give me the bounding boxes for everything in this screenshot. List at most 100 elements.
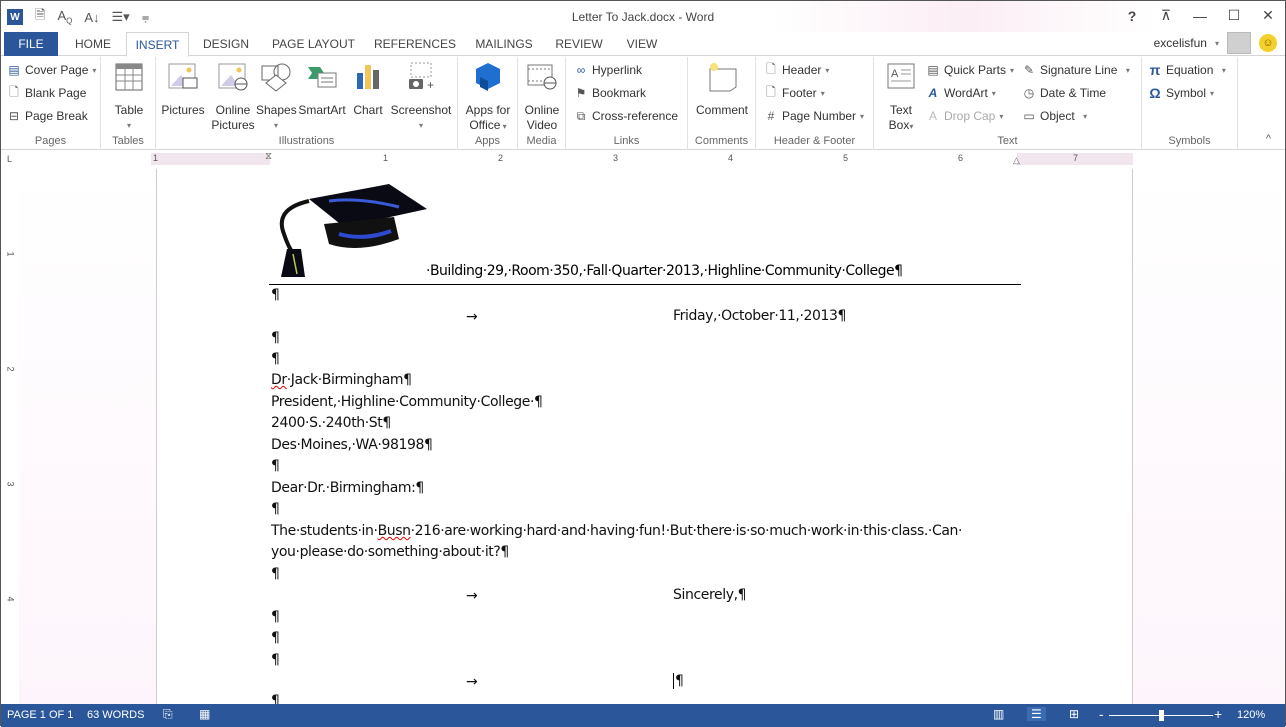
shapes-icon <box>261 63 291 92</box>
proofing-icon[interactable]: ⎘ <box>163 707 173 722</box>
feedback-smiley-icon[interactable]: ☺ <box>1259 34 1277 52</box>
text-box-icon: A <box>887 63 915 89</box>
tab-design[interactable]: DESIGN <box>196 32 256 56</box>
date-time-icon: ◷ <box>1023 86 1035 100</box>
online-pictures-button[interactable]: Online Pictures <box>208 61 258 133</box>
tab-page-layout[interactable]: PAGE LAYOUT <box>266 32 361 56</box>
horizontal-ruler[interactable]: 1 1 2 3 4 5 6 7 ⧖ △ <box>151 151 1133 166</box>
account-caret-icon[interactable]: ▾ <box>1215 39 1219 48</box>
hyperlink-icon: ∞ <box>576 63 586 77</box>
web-layout-icon[interactable]: ⊞ <box>1069 707 1079 721</box>
object-button[interactable]: ▭ Object ▾ <box>1022 109 1087 123</box>
word-count[interactable]: 63 WORDS <box>87 709 144 721</box>
quick-parts-icon: ▤ <box>927 63 939 77</box>
tab-references[interactable]: REFERENCES <box>371 32 459 56</box>
letterhead-rule <box>269 284 1021 285</box>
body-line-1: The·students·in·Busn·216·are·working·har… <box>271 523 963 539</box>
account-name[interactable]: excelisfun <box>1154 36 1207 50</box>
signature-line-icon: ✎ <box>1023 63 1035 77</box>
cross-reference-button[interactable]: ⧉ Cross-reference <box>574 109 678 124</box>
header-icon: 🗋 <box>766 61 776 76</box>
text-box-button[interactable]: A Text Box▾ <box>882 61 920 134</box>
comment-button[interactable]: Comment <box>692 61 752 118</box>
chart-button[interactable]: Chart <box>348 61 388 118</box>
help-button[interactable]: ? <box>1125 8 1139 24</box>
wordart-icon: A <box>928 86 938 100</box>
status-bar: PAGE 1 OF 1 63 WORDS ⎘ ▦ ▥ ☰ ⊞ - + 120% <box>1 704 1285 727</box>
svg-text:A: A <box>891 68 899 80</box>
drop-cap-button[interactable]: A Drop Cap ▾ <box>926 109 1003 123</box>
tab-file[interactable]: FILE <box>4 32 58 56</box>
table-button[interactable]: Table ▾ <box>111 61 147 133</box>
apps-for-office-button[interactable]: Apps for Office ▾ <box>462 61 514 134</box>
svg-text:+: + <box>427 78 434 92</box>
zoom-level[interactable]: 120% <box>1237 709 1265 721</box>
avatar[interactable] <box>1227 32 1251 54</box>
tab-mailings[interactable]: MAILINGS <box>469 32 539 56</box>
group-comments: Comment Comments <box>688 57 756 150</box>
symbol-button[interactable]: Ω Symbol ▾ <box>1148 85 1214 101</box>
table-icon <box>115 63 143 91</box>
tab-selector[interactable]: L <box>7 154 17 164</box>
right-indent-marker[interactable]: △ <box>1013 155 1020 166</box>
online-video-icon <box>527 64 557 90</box>
tab-insert[interactable]: INSERT <box>126 32 189 57</box>
vertical-ruler[interactable]: 1 2 3 4 <box>4 171 18 701</box>
tab-home[interactable]: HOME <box>63 32 123 56</box>
bookmark-icon: ⚑ <box>575 86 587 100</box>
group-pages: ▤ Cover Page ▾ 🗋 Blank Page ⊟ Page Break … <box>1 57 101 150</box>
zoom-in-button[interactable]: + <box>1214 706 1222 722</box>
smartart-button[interactable]: SmartArt <box>296 61 348 118</box>
tab-arrow-icon: → <box>466 309 478 325</box>
smartart-icon <box>308 67 337 88</box>
screenshot-button[interactable]: + Screenshot ▾ <box>388 61 454 133</box>
cover-page-button[interactable]: ▤ Cover Page ▾ <box>7 63 96 77</box>
page-number-button[interactable]: # Page Number ▾ <box>764 109 864 123</box>
tab-view[interactable]: VIEW <box>617 32 667 56</box>
group-apps: Apps for Office ▾ Apps <box>458 57 518 150</box>
closing: Sincerely,¶ <box>673 587 747 603</box>
blank-page-icon: 🗋 <box>9 84 19 99</box>
bookmark-button[interactable]: ⚑ Bookmark <box>574 86 646 100</box>
group-label-text: Text <box>997 135 1018 147</box>
group-label-tables: Tables <box>112 135 144 147</box>
maximize-button[interactable]: ☐ <box>1227 7 1241 24</box>
hyperlink-button[interactable]: ∞ Hyperlink <box>574 63 642 77</box>
signature-line-button[interactable]: ✎ Signature Line ▾ <box>1022 63 1130 77</box>
equation-button[interactable]: π Equation ▾ <box>1148 62 1226 78</box>
blank-page-button[interactable]: 🗋 Blank Page <box>7 84 86 101</box>
ribbon-display-button[interactable]: ⊼ <box>1159 7 1173 24</box>
close-button[interactable]: ✕ <box>1261 7 1275 24</box>
read-mode-icon[interactable]: ▥ <box>993 707 1004 721</box>
date-time-button[interactable]: ◷ Date & Time <box>1022 86 1106 100</box>
tab-review[interactable]: REVIEW <box>549 32 609 56</box>
header-button[interactable]: 🗋 Header ▾ <box>764 61 829 78</box>
graduation-cap-image[interactable] <box>269 179 429 279</box>
ribbon-insert: ▤ Cover Page ▾ 🗋 Blank Page ⊟ Page Break … <box>1 57 1285 150</box>
horizontal-ruler-area: L 1 1 2 3 4 5 6 7 ⧖ △ <box>1 151 1285 169</box>
minimize-button[interactable]: — <box>1193 8 1207 24</box>
zoom-out-button[interactable]: - <box>1099 706 1104 722</box>
page-break-button[interactable]: ⊟ Page Break <box>7 109 88 123</box>
zoom-slider-thumb[interactable] <box>1159 710 1164 721</box>
indent-marker[interactable]: ⧖ <box>265 151 272 162</box>
page-count[interactable]: PAGE 1 OF 1 <box>7 709 73 721</box>
macro-recording-icon[interactable]: ▦ <box>199 707 210 721</box>
group-label-comments: Comments <box>694 135 749 147</box>
pictures-button[interactable]: Pictures <box>160 61 206 118</box>
collapse-ribbon-button[interactable]: ^ <box>1266 133 1271 145</box>
date-line: Friday,·October·11,·2013¶ <box>673 308 847 324</box>
print-layout-icon[interactable]: ☰ <box>1027 707 1046 721</box>
comment-icon <box>709 63 737 92</box>
quick-parts-button[interactable]: ▤ Quick Parts ▾ <box>926 63 1014 77</box>
footer-button[interactable]: 🗋 Footer ▾ <box>764 85 825 101</box>
drop-cap-icon: A <box>928 109 937 123</box>
group-label-links: Links <box>613 135 640 147</box>
page-break-icon: ⊟ <box>8 109 20 123</box>
group-label-media: Media <box>526 135 557 147</box>
online-video-button[interactable]: Online Video <box>522 61 562 133</box>
wordart-button[interactable]: A WordArt ▾ <box>926 86 996 100</box>
shapes-button[interactable]: Shapes ▾ <box>256 61 297 133</box>
group-illustrations: Pictures Online Pictures Shapes ▾ SmartA… <box>156 57 458 150</box>
group-header-footer: 🗋 Header ▾ 🗋 Footer ▾ # Page Number ▾ Heade… <box>756 57 874 150</box>
